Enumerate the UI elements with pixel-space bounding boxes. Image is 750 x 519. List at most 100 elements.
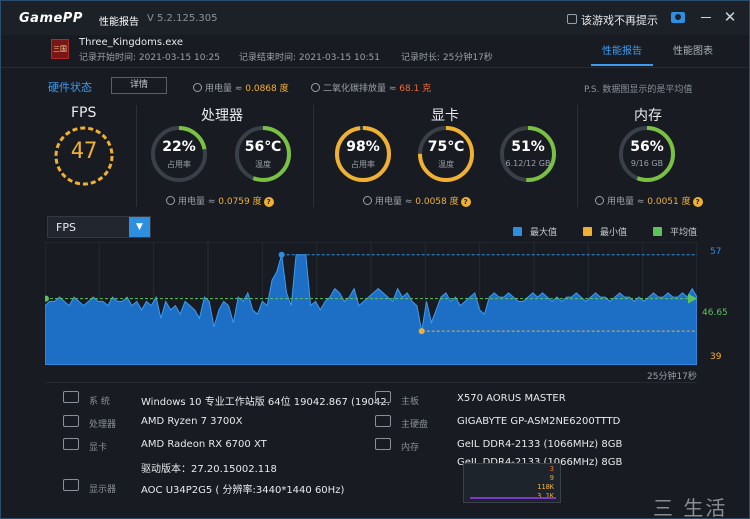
chevron-down-icon[interactable]: ▼	[129, 217, 150, 237]
memory-value-1: GeIL DDR4-2133 (1066MHz) 8GB	[457, 439, 623, 450]
memory-usage-value: 56%	[630, 139, 664, 155]
tab-performance-chart[interactable]: 性能图表	[673, 42, 713, 57]
cpu-usage-gauge: 22% 占用率	[149, 124, 209, 184]
tab-performance-report[interactable]: 性能报告	[602, 42, 642, 57]
record-duration: 记录时长: 25分钟17秒	[401, 53, 493, 63]
max-value-label: 57	[710, 247, 722, 257]
fps-chart	[45, 242, 697, 365]
min-point	[418, 328, 425, 335]
watermark: 三 生活	[653, 496, 728, 519]
gpu-usage-value: 98%	[346, 139, 380, 155]
title-bar: GamePP 性能报告 V 5.2.125.305 该游戏不再提示 ✕	[1, 1, 749, 35]
overlay-value-3: 118K	[537, 483, 554, 491]
memory-usage-label: 9/16 GB	[630, 159, 664, 168]
cpu-temp-value: 56℃	[244, 139, 282, 155]
memory-power: 用电量 ≈ 0.0051 度?	[595, 194, 703, 207]
power-icon	[595, 196, 604, 205]
overlay-bar	[470, 497, 556, 499]
game-icon: 三国	[51, 39, 69, 59]
power-icon	[193, 83, 202, 92]
legend-max-swatch	[513, 227, 522, 236]
gpu-vram-gauge: 51% 6.12/12 GB	[498, 124, 558, 184]
os-icon	[63, 391, 79, 403]
close-button[interactable]: ✕	[719, 7, 741, 27]
active-tab-indicator	[591, 64, 653, 66]
max-point	[278, 251, 285, 258]
power-icon	[166, 196, 175, 205]
gpu-vram-value: 51%	[511, 139, 545, 155]
cpu-value: AMD Ryzen 7 3700X	[141, 416, 243, 427]
motherboard-value: X570 AORUS MASTER	[457, 393, 566, 404]
gpu-temp-gauge: 75℃ 温度	[416, 124, 476, 184]
os-label: 系 统	[89, 397, 110, 407]
window-title: 性能报告	[99, 17, 139, 28]
power-icon	[363, 196, 372, 205]
dont-show-checkbox[interactable]	[567, 14, 577, 24]
cpu-temp-label: 温度	[255, 160, 271, 169]
cpu-icon	[63, 415, 79, 427]
monitor-icon	[63, 479, 79, 491]
details-button[interactable]: 详情	[111, 77, 167, 94]
hardware-status-title: 硬件状态	[48, 81, 92, 94]
help-icon[interactable]: ?	[460, 197, 471, 207]
motherboard-label: 主板	[401, 397, 420, 407]
gpu-icon	[63, 438, 79, 450]
metric-select-value: FPS	[56, 221, 76, 234]
camera-icon[interactable]	[671, 12, 685, 23]
memory-label: 内存	[401, 443, 420, 453]
motherboard-icon	[375, 391, 391, 403]
record-end: 记录结束时间: 2021-03-15 10:51	[239, 53, 380, 63]
cpu-title: 处理器	[201, 108, 243, 124]
display-value: AOC U34P2G5 ( 分辨率:3440*1440 60Hz)	[141, 485, 345, 496]
dont-show-label[interactable]: 该游戏不再提示	[581, 12, 658, 28]
memory-usage-gauge: 56% 9/16 GB	[617, 124, 677, 184]
cpu-usage-label: 占用率	[167, 160, 191, 169]
metric-select[interactable]: FPS ▼	[47, 216, 151, 238]
avg-value-label: 46.65	[702, 308, 728, 318]
leaf-icon	[311, 83, 320, 92]
co2-emission: 二氧化碳排放量 ≈ 68.1 克	[311, 81, 431, 94]
disk-icon	[375, 415, 391, 427]
cpu-label: 处理器	[89, 420, 117, 430]
legend-max: 最大值	[513, 225, 557, 238]
fps-title: FPS	[71, 105, 97, 121]
gpu-title: 显卡	[431, 108, 459, 124]
divider	[45, 382, 697, 383]
legend-min: 最小值	[583, 225, 627, 238]
overlay-value-2: 9	[549, 474, 554, 482]
avg-point	[45, 295, 49, 302]
driver-value: 驱动版本：27.20.15002.118	[141, 464, 277, 475]
cpu-temp-gauge: 56℃ 温度	[233, 124, 293, 184]
record-start: 记录开始时间: 2021-03-15 10:25	[79, 53, 220, 63]
memory-icon	[375, 438, 391, 450]
divider	[313, 105, 314, 207]
divider	[1, 67, 749, 68]
disk-label: 主硬盘	[401, 420, 429, 430]
gpu-usage-gauge: 98% 占用率	[333, 124, 393, 184]
overlay-value-1: 3	[549, 465, 554, 473]
legend-min-swatch	[583, 227, 592, 236]
gpu-vram-label: 6.12/12 GB	[505, 159, 551, 168]
gamepp-window: GamePP 性能报告 V 5.2.125.305 该游戏不再提示 ✕ 三国 T…	[0, 0, 750, 519]
gpu-label: 显卡	[89, 443, 108, 453]
average-note: P.S. 数据图显示的是平均值	[584, 85, 693, 95]
help-icon[interactable]: ?	[692, 197, 703, 207]
legend-avg: 平均值	[653, 225, 697, 238]
cpu-usage-value: 22%	[162, 139, 196, 155]
legend-avg-swatch	[653, 227, 662, 236]
gamepp-logo: GamePP	[19, 11, 83, 26]
divider	[577, 105, 578, 207]
os-value: Windows 10 专业工作站版 64位 19042.867 (19042.	[141, 397, 390, 408]
help-icon[interactable]: ?	[263, 197, 274, 207]
gpu-usage-label: 占用率	[351, 160, 375, 169]
monitor-overlay: 3 9 118K 3.1K	[463, 463, 561, 503]
gpu-power: 用电量 ≈ 0.0058 度?	[363, 194, 471, 207]
fps-value: 47	[70, 139, 98, 164]
total-power: 用电量 ≈ 0.0868 度	[193, 81, 289, 94]
chart-duration: 25分钟17秒	[647, 372, 697, 382]
gpu-temp-label: 温度	[438, 160, 454, 169]
memory-title: 内存	[634, 108, 662, 124]
min-value-label: 39	[710, 352, 722, 362]
minimize-button[interactable]	[695, 7, 717, 27]
display-label: 显示器	[89, 485, 117, 495]
